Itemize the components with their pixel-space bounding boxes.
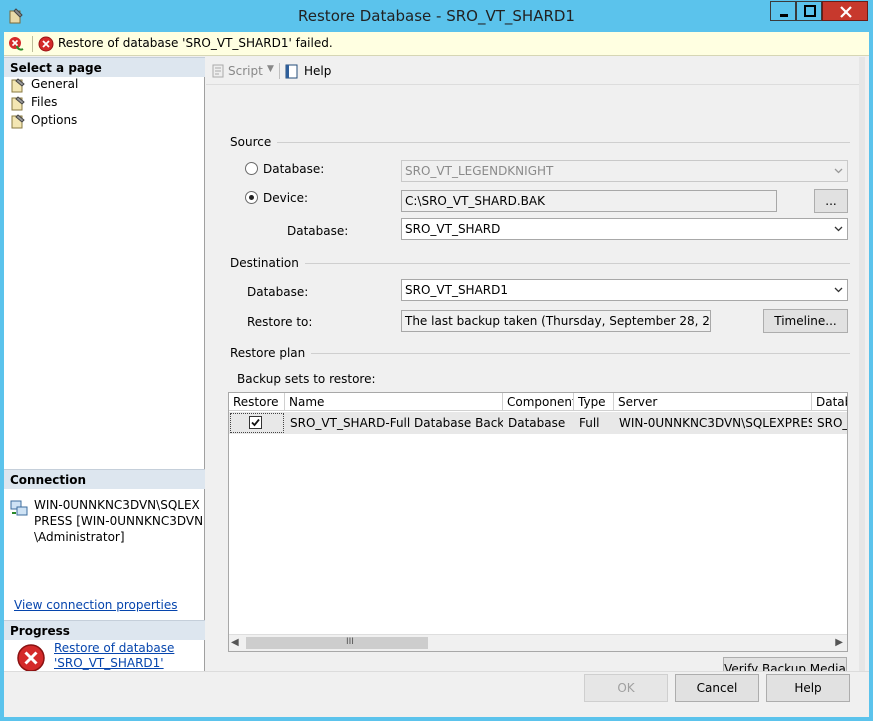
- dialog-footer: OK Cancel Help: [4, 671, 869, 717]
- help-footer-button[interactable]: Help: [766, 674, 850, 702]
- device-path-value: C:\SRO_VT_SHARD.BAK: [405, 194, 545, 208]
- destination-database-label: Database:: [247, 285, 309, 299]
- name-cell: SRO_VT_SHARD-Full Database Backup: [290, 416, 503, 430]
- page-item-label: Files: [31, 95, 58, 109]
- close-icon: [840, 6, 852, 18]
- chevron-down-icon: [834, 287, 843, 293]
- page-item-label: General: [31, 77, 79, 91]
- banner-message: Restore of database 'SRO_VT_SHARD1' fail…: [58, 36, 333, 50]
- horizontal-scrollbar[interactable]: ◀ III ▶: [229, 634, 847, 651]
- restore-to-field[interactable]: The last backup taken (Thursday, Septemb…: [401, 310, 711, 332]
- table-row[interactable]: SRO_VT_SHARD-Full Database Backup Databa…: [229, 412, 848, 434]
- cancel-button[interactable]: Cancel: [675, 674, 759, 702]
- database-radio[interactable]: [245, 162, 258, 175]
- device-path-field[interactable]: C:\SRO_VT_SHARD.BAK: [401, 190, 777, 212]
- page-item-label: Options: [31, 113, 78, 127]
- grid-header: Restore Name Component Type Server Datab…: [229, 393, 847, 411]
- device-database-value: SRO_VT_SHARD: [405, 222, 501, 236]
- banner-divider: [32, 36, 33, 52]
- toolbar-separator: [279, 63, 280, 79]
- restore-plan-divider: [230, 353, 850, 354]
- device-database-combo[interactable]: SRO_VT_SHARD: [401, 218, 848, 240]
- connection-text: WIN-0UNNKNC3DVN\SQLEXPRESS [WIN-0UNNKNC3…: [34, 498, 204, 544]
- right-pane: Script ▼ Help Source Database: SRO_VT_LE…: [206, 57, 865, 681]
- source-divider: [230, 142, 850, 143]
- destination-database-combo[interactable]: SRO_VT_SHARD1: [401, 279, 848, 301]
- window-title: Restore Database - SRO_VT_SHARD1: [298, 7, 575, 25]
- source-database-combo[interactable]: SRO_VT_LEGENDKNIGHT: [401, 160, 848, 182]
- scroll-left-icon[interactable]: ◀: [231, 637, 239, 648]
- connection-header: Connection: [4, 469, 205, 489]
- minimize-icon: [780, 14, 788, 17]
- restore-to-value: The last backup taken (Thursday, Septemb…: [405, 314, 710, 328]
- wrench-page-icon: [11, 114, 25, 129]
- wrench-page-icon: [11, 96, 25, 111]
- device-database-label: Database:: [287, 224, 349, 238]
- maximize-icon: [804, 5, 816, 17]
- toolbar: Script ▼ Help: [206, 57, 865, 85]
- error-icon: [38, 36, 54, 52]
- device-radio[interactable]: [245, 191, 258, 204]
- backup-sets-grid[interactable]: Restore Name Component Type Server Datab…: [228, 392, 848, 652]
- column-header-restore[interactable]: Restore: [229, 393, 285, 411]
- type-cell: Full: [579, 416, 600, 430]
- dialog-client-area: Restore of database 'SRO_VT_SHARD1' fail…: [4, 32, 869, 717]
- column-header-database[interactable]: Databa: [812, 393, 847, 411]
- left-pane: Select a page General Files Options Conn…: [4, 57, 205, 685]
- error-banner: Restore of database 'SRO_VT_SHARD1' fail…: [4, 32, 869, 56]
- help-book-icon: [285, 64, 298, 79]
- column-header-type[interactable]: Type: [574, 393, 614, 411]
- chevron-down-icon[interactable]: ▼: [267, 64, 274, 74]
- restore-plan-group-label: Restore plan: [230, 346, 312, 360]
- close-button[interactable]: [822, 1, 868, 21]
- wrench-page-icon: [11, 78, 25, 93]
- vertical-scrollbar[interactable]: [859, 57, 865, 671]
- restore-database-window: Restore Database - SRO_VT_SHARD1 Restore…: [0, 0, 873, 721]
- view-connection-properties-link[interactable]: View connection properties: [14, 598, 177, 612]
- help-button[interactable]: Help: [304, 64, 331, 78]
- progress-header: Progress: [4, 620, 205, 640]
- database-cell: SRO_V: [817, 416, 848, 430]
- restore-checkbox[interactable]: [249, 416, 262, 429]
- chevron-down-icon: [834, 226, 843, 232]
- minimize-button[interactable]: [770, 1, 796, 21]
- component-cell: Database: [508, 416, 566, 430]
- source-database-value: SRO_VT_LEGENDKNIGHT: [405, 164, 554, 178]
- scroll-right-icon[interactable]: ▶: [835, 637, 843, 648]
- restore-to-label: Restore to:: [247, 315, 313, 329]
- title-bar[interactable]: Restore Database - SRO_VT_SHARD1: [0, 0, 873, 32]
- error-icon: [17, 644, 45, 672]
- scrollbar-thumb[interactable]: III: [246, 637, 428, 649]
- destination-database-value: SRO_VT_SHARD1: [405, 283, 509, 297]
- server-connection-icon: [10, 500, 28, 516]
- script-icon: [212, 64, 224, 78]
- timeline-button[interactable]: Timeline...: [763, 309, 848, 333]
- ok-button[interactable]: OK: [584, 674, 668, 702]
- browse-device-button[interactable]: ...: [814, 189, 848, 213]
- server-cell: WIN-0UNNKNC3DVN\SQLEXPRESS: [619, 416, 812, 430]
- destination-group-label: Destination: [230, 256, 305, 270]
- maximize-button[interactable]: [796, 1, 822, 21]
- column-header-component[interactable]: Component: [503, 393, 574, 411]
- column-header-server[interactable]: Server: [614, 393, 812, 411]
- select-page-header: Select a page: [4, 57, 205, 77]
- source-group-label: Source: [230, 135, 278, 149]
- device-radio-label: Device:: [263, 191, 309, 205]
- database-radio-label: Database:: [263, 162, 325, 176]
- refresh-error-icon[interactable]: [8, 36, 24, 52]
- restore-cell[interactable]: [229, 412, 285, 434]
- chevron-down-icon: [834, 168, 843, 174]
- scrollbar-grip: III: [346, 637, 354, 647]
- script-button[interactable]: Script: [228, 64, 263, 78]
- column-header-name[interactable]: Name: [285, 393, 503, 411]
- checkmark-icon: [251, 418, 260, 427]
- backup-sets-label: Backup sets to restore:: [237, 372, 376, 386]
- destination-divider: [230, 263, 850, 264]
